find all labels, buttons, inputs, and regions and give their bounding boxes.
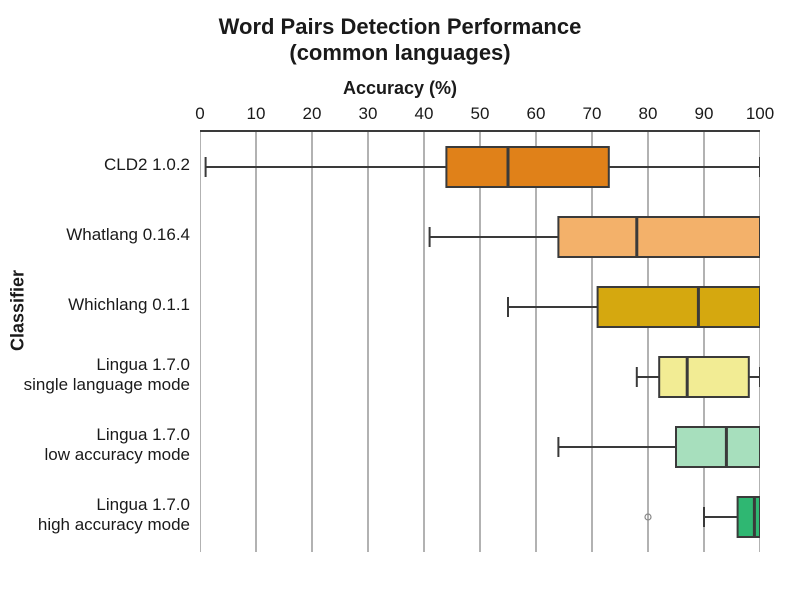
box-row <box>508 287 760 327</box>
boxplot-chart: Word Pairs Detection Performance (common… <box>0 0 800 600</box>
gridlines <box>200 132 760 552</box>
y-category-label: Lingua 1.7.0low accuracy mode <box>0 425 190 464</box>
plot-svg <box>200 132 760 552</box>
x-tick: 90 <box>689 104 719 124</box>
x-tick: 100 <box>745 104 775 124</box>
plot-area <box>200 130 760 552</box>
y-category-label: Lingua 1.7.0high accuracy mode <box>0 495 190 534</box>
x-tick: 20 <box>297 104 327 124</box>
box-series <box>206 147 760 537</box>
x-tick: 80 <box>633 104 663 124</box>
chart-title-line2: (common languages) <box>0 40 800 66</box>
x-axis-title: Accuracy (%) <box>0 78 800 99</box>
y-category-label: Whatlang 0.16.4 <box>0 225 190 245</box>
x-tick: 70 <box>577 104 607 124</box>
chart-title-line1: Word Pairs Detection Performance <box>0 14 800 40</box>
x-tick: 40 <box>409 104 439 124</box>
y-category-label: Whichlang 0.1.1 <box>0 295 190 315</box>
x-tick: 0 <box>185 104 215 124</box>
box-row <box>206 147 760 187</box>
y-category-label: CLD2 1.0.2 <box>0 155 190 175</box>
x-tick: 10 <box>241 104 271 124</box>
y-category-label: Lingua 1.7.0single language mode <box>0 355 190 394</box>
box-row <box>430 217 760 257</box>
box-row <box>558 427 760 467</box>
x-tick: 30 <box>353 104 383 124</box>
x-tick: 60 <box>521 104 551 124</box>
box-row <box>645 497 760 537</box>
x-tick: 50 <box>465 104 495 124</box>
box-row <box>637 357 760 397</box>
